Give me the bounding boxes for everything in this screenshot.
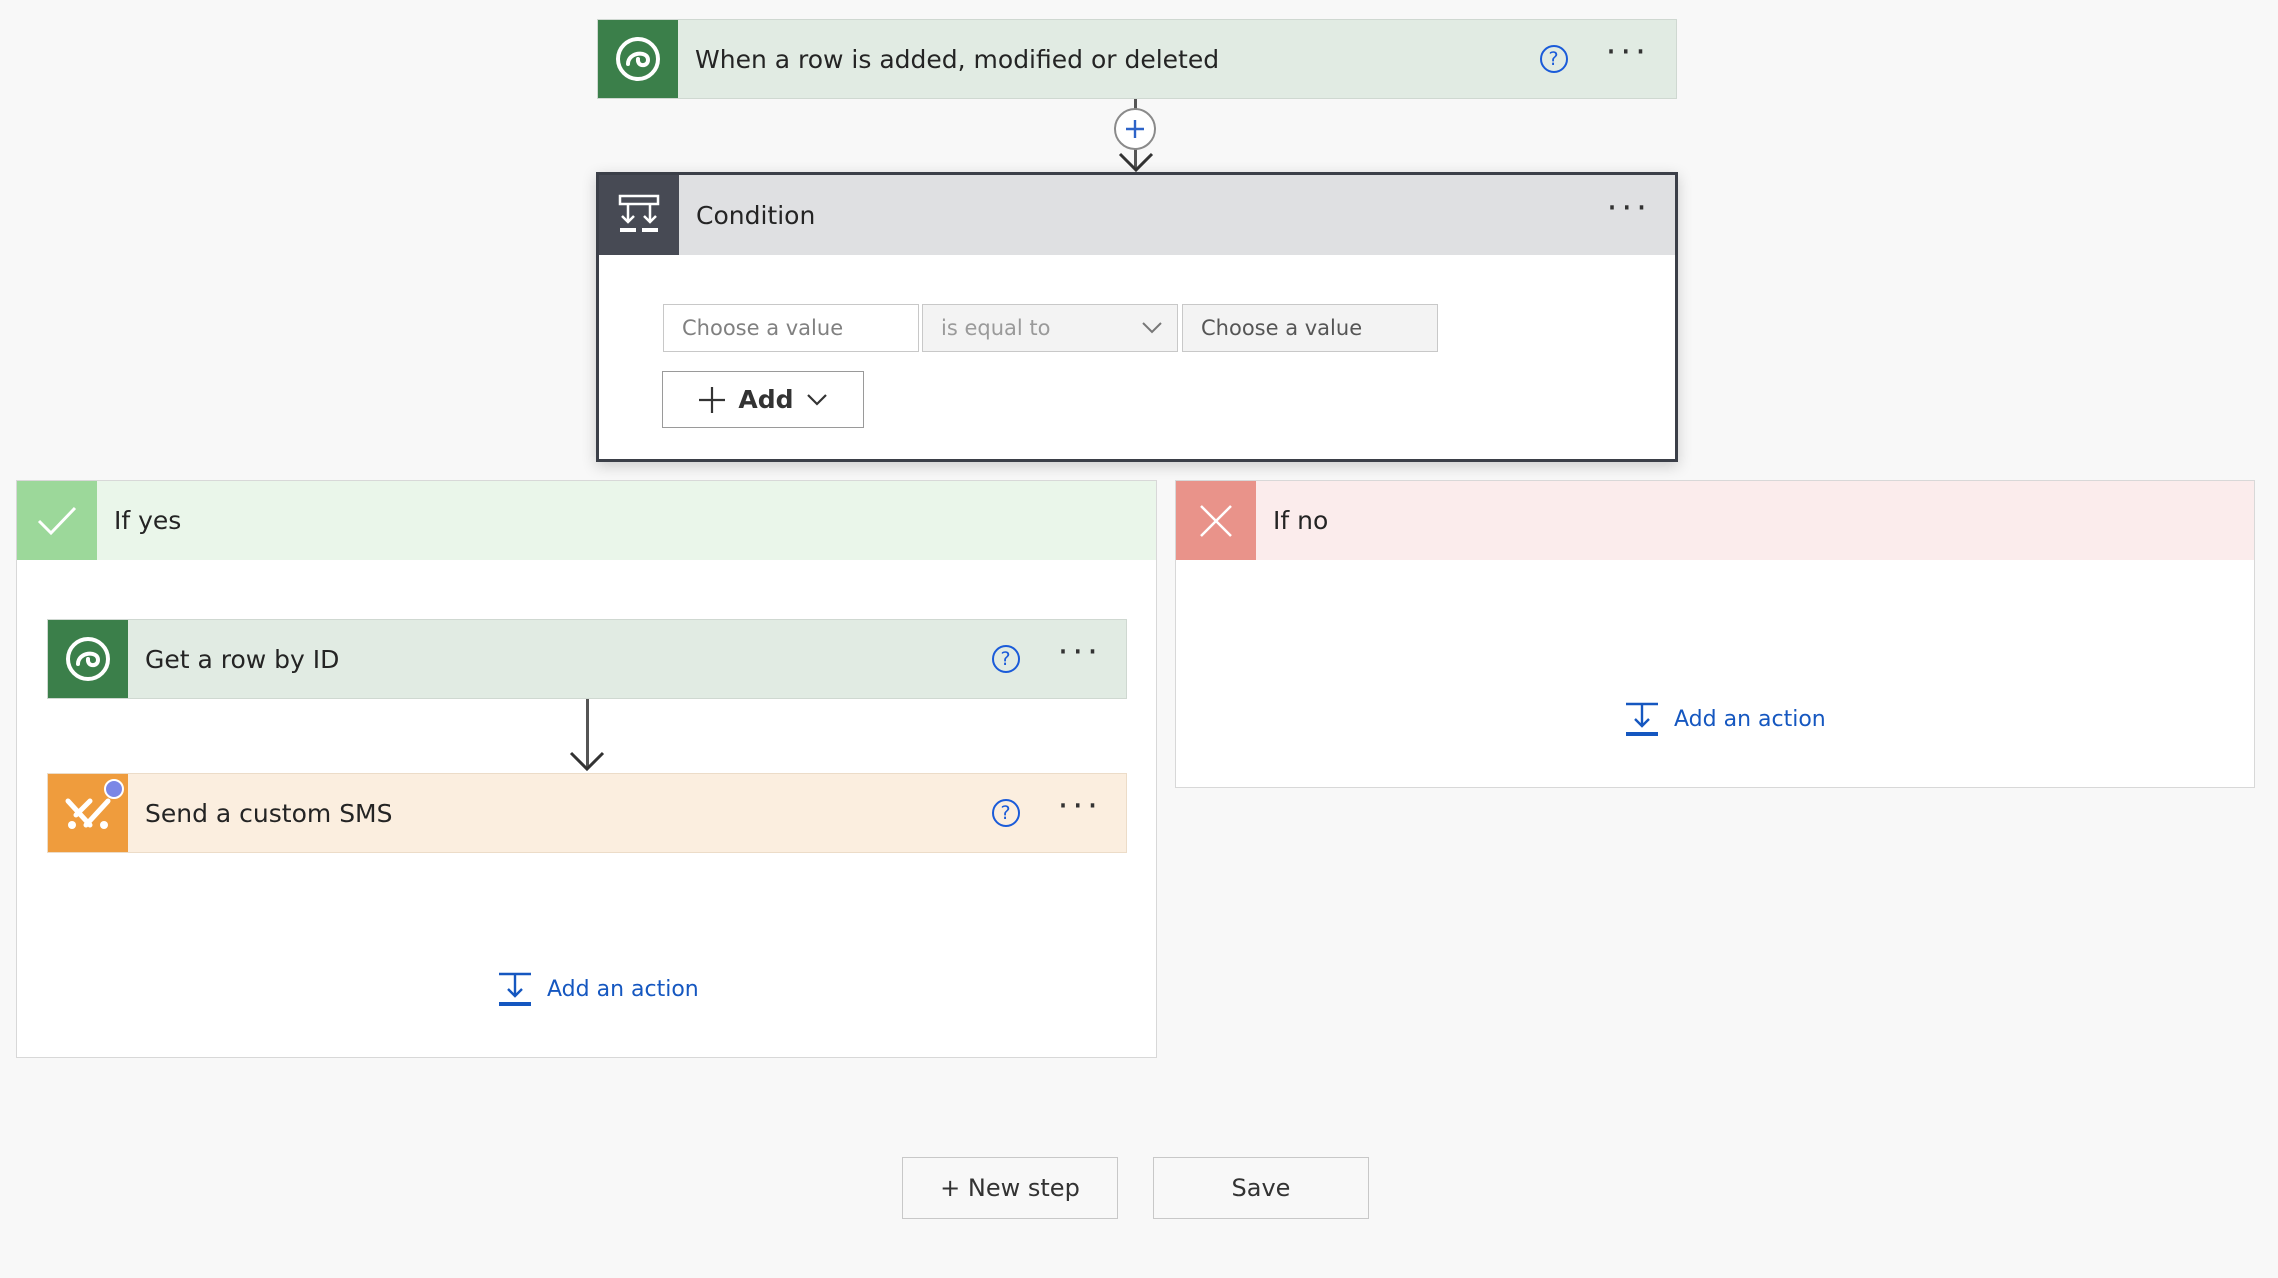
condition-header[interactable]: Condition ··· bbox=[599, 175, 1675, 255]
check-icon bbox=[17, 481, 97, 560]
condition-card: Condition ··· Choose a value is equal to… bbox=[596, 172, 1678, 462]
condition-title: Condition bbox=[696, 200, 816, 230]
add-action-label: Add an action bbox=[547, 976, 699, 1002]
add-row-button[interactable]: Add bbox=[662, 371, 864, 428]
if-no-label: If no bbox=[1273, 506, 1329, 535]
dataverse-icon bbox=[48, 620, 128, 698]
add-action-icon bbox=[499, 972, 531, 1006]
trigger-card[interactable]: When a row is added, modified or deleted… bbox=[597, 19, 1677, 99]
help-icon[interactable]: ? bbox=[991, 645, 1020, 673]
chevron-down-icon bbox=[806, 393, 827, 406]
send-sms-title: Send a custom SMS bbox=[145, 798, 393, 828]
trigger-title: When a row is added, modified or deleted bbox=[695, 44, 1220, 74]
more-options-icon[interactable]: ··· bbox=[1606, 35, 1650, 69]
plus-icon bbox=[699, 386, 726, 413]
if-no-branch: If no Add an action bbox=[1175, 480, 2255, 788]
get-row-title: Get a row by ID bbox=[145, 644, 340, 674]
arrow-down-icon bbox=[1118, 152, 1154, 173]
add-action-label: Add an action bbox=[1674, 706, 1826, 732]
if-yes-label: If yes bbox=[114, 506, 182, 535]
help-icon[interactable]: ? bbox=[1539, 45, 1568, 73]
if-no-add-action-button[interactable]: Add an action bbox=[1624, 701, 1826, 737]
add-label: Add bbox=[738, 385, 794, 414]
send-sms-card[interactable]: Send a custom SMS ? ··· bbox=[47, 773, 1127, 853]
x-icon bbox=[1176, 481, 1256, 560]
add-action-icon bbox=[1626, 702, 1658, 736]
help-icon[interactable]: ? bbox=[991, 799, 1020, 827]
if-yes-branch: If yes Get a row by ID ? ··· Send a cust… bbox=[16, 480, 1157, 1058]
chevron-down-icon bbox=[1142, 322, 1162, 334]
condition-icon bbox=[599, 175, 679, 255]
get-row-card[interactable]: Get a row by ID ? ··· bbox=[47, 619, 1127, 699]
more-options-icon[interactable]: ··· bbox=[1058, 635, 1102, 669]
sms-connector-icon bbox=[48, 774, 128, 852]
plus-icon bbox=[1126, 120, 1144, 138]
save-button[interactable]: Save bbox=[1153, 1157, 1369, 1219]
if-yes-add-action-button[interactable]: Add an action bbox=[497, 971, 699, 1007]
condition-right-value-input[interactable]: Choose a value bbox=[1182, 304, 1438, 352]
operator-value: is equal to bbox=[941, 316, 1051, 340]
new-step-button[interactable]: + New step bbox=[902, 1157, 1118, 1219]
condition-operator-dropdown[interactable]: is equal to bbox=[922, 304, 1178, 352]
placeholder-text: Choose a value bbox=[1201, 316, 1363, 340]
insert-step-button[interactable] bbox=[1114, 108, 1156, 150]
if-no-header[interactable]: If no bbox=[1176, 481, 2254, 560]
more-options-icon[interactable]: ··· bbox=[1607, 191, 1651, 225]
condition-left-value-input[interactable]: Choose a value bbox=[663, 304, 919, 352]
placeholder-text: Choose a value bbox=[682, 316, 844, 340]
dataverse-icon bbox=[598, 20, 678, 98]
arrow-down-icon bbox=[569, 751, 605, 772]
if-yes-header[interactable]: If yes bbox=[17, 481, 1156, 560]
more-options-icon[interactable]: ··· bbox=[1058, 789, 1102, 823]
chat-badge-icon bbox=[104, 779, 124, 799]
